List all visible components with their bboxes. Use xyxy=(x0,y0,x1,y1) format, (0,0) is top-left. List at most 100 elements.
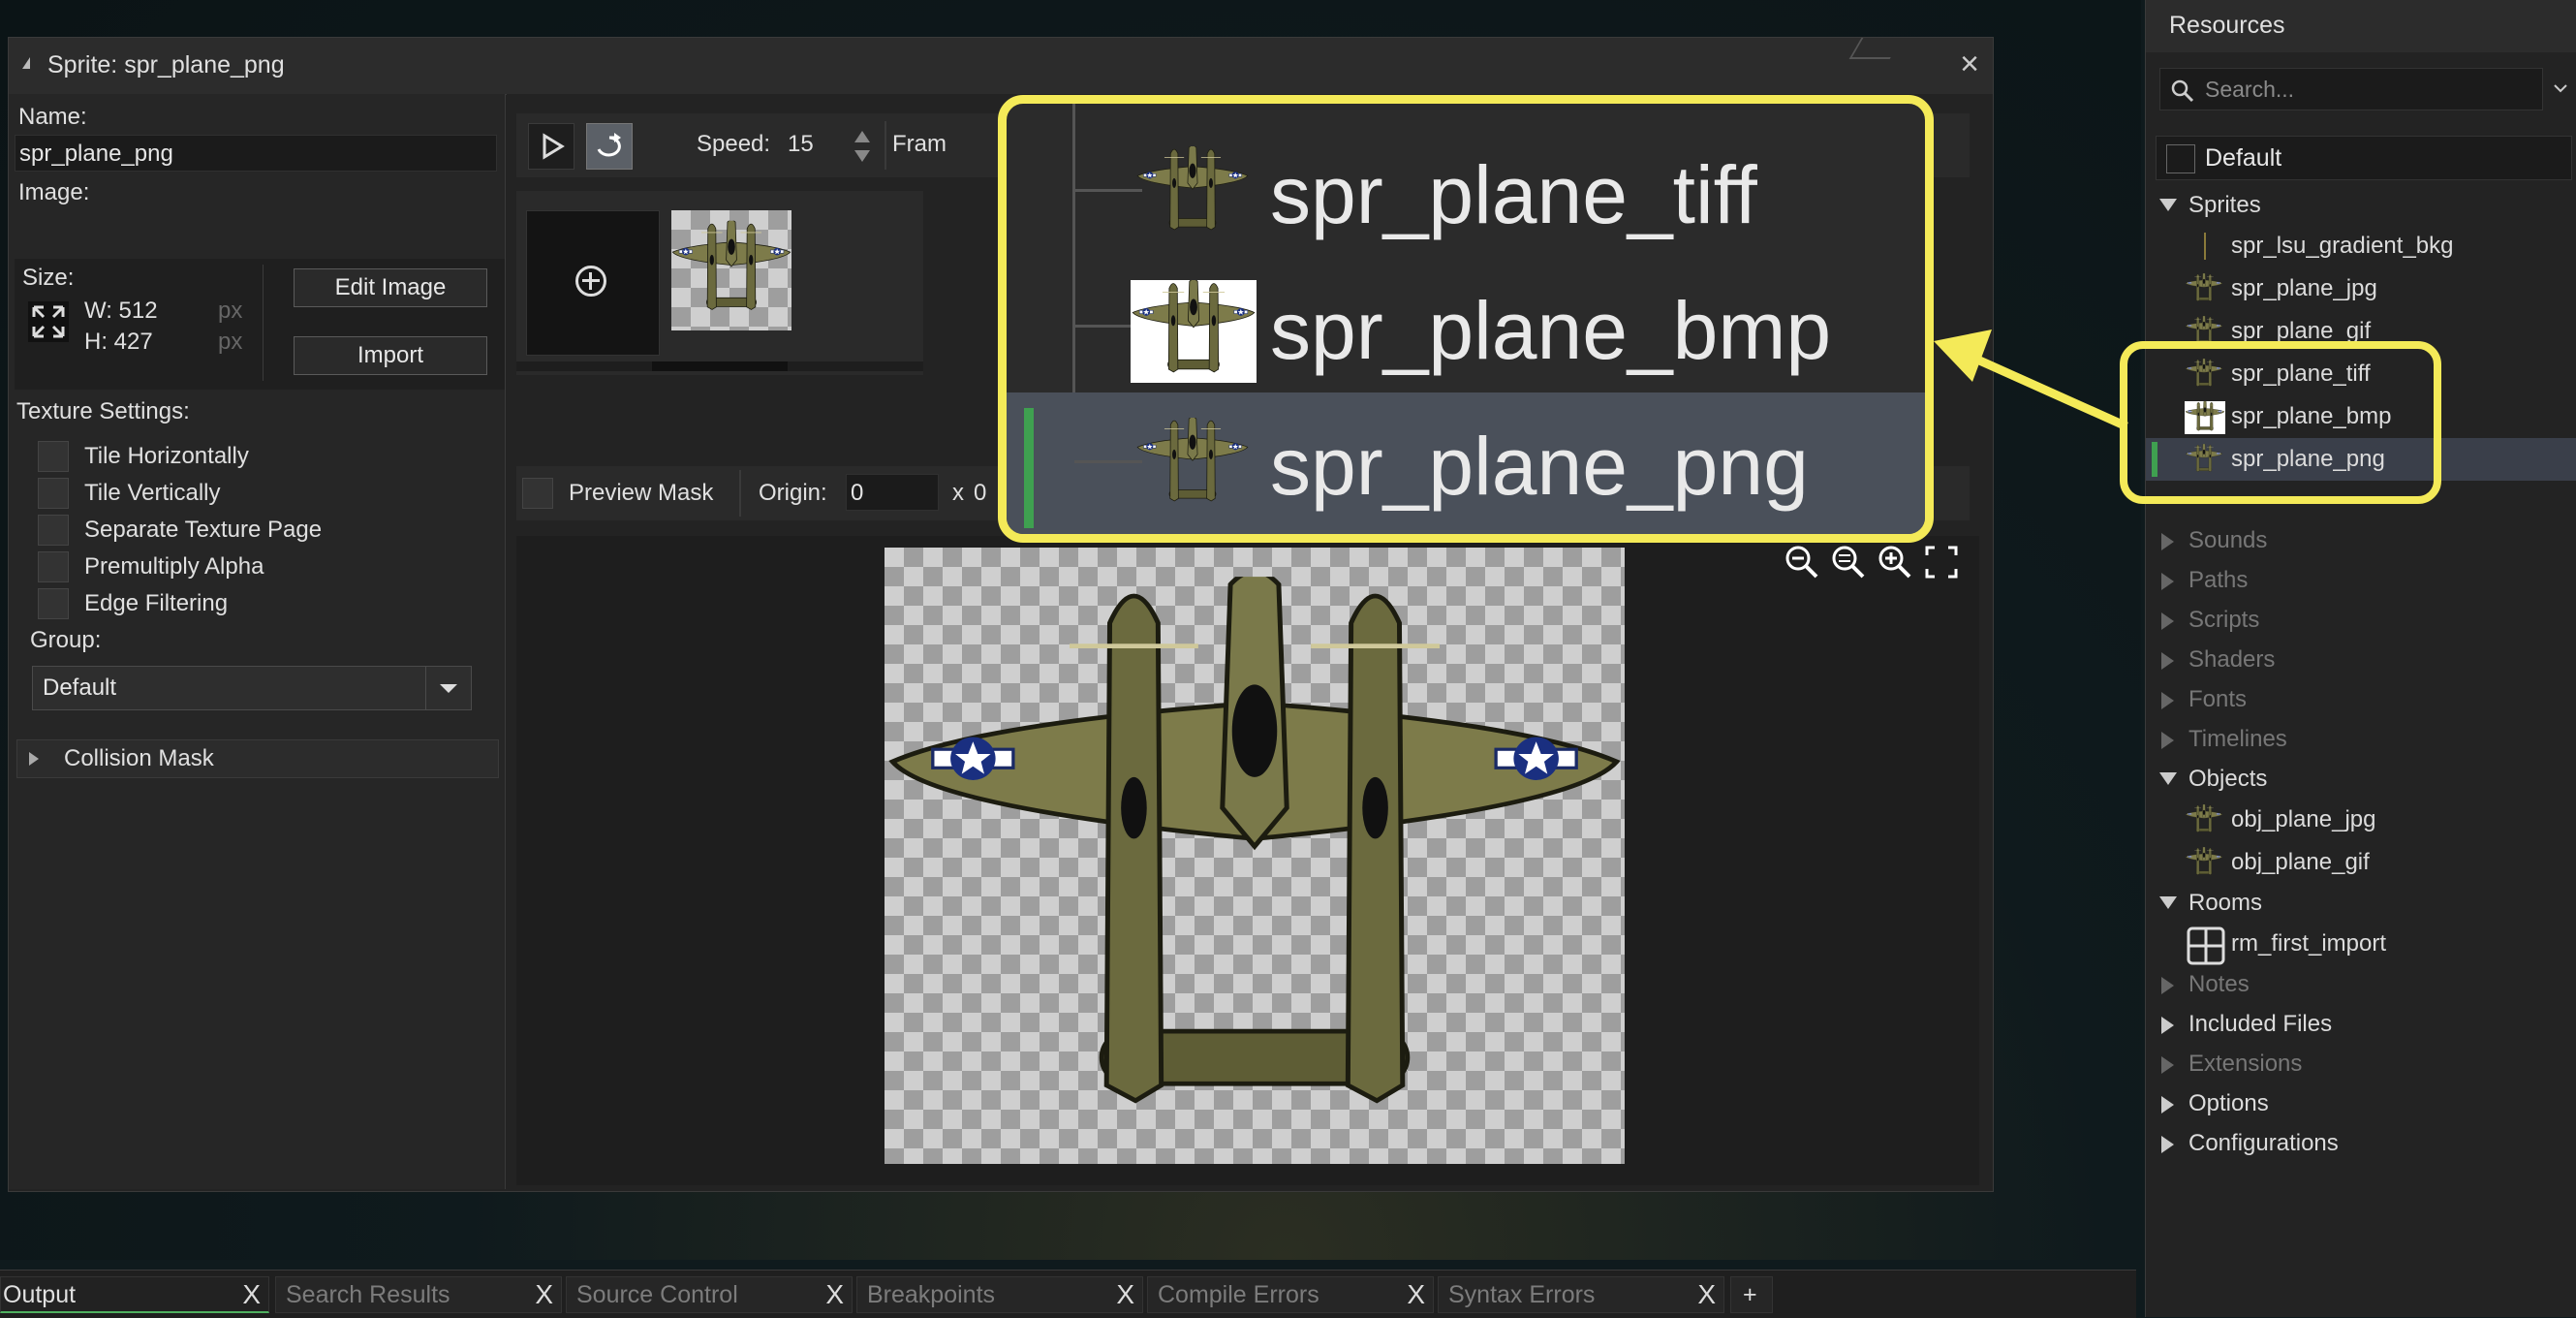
expand-fonts-icon[interactable] xyxy=(2161,692,2174,709)
close-icon[interactable]: × xyxy=(1960,46,1979,83)
option-label: Separate Texture Page xyxy=(84,517,323,543)
tree-group-shaders[interactable]: Shaders xyxy=(2188,646,2275,674)
close-tab-icon[interactable]: X xyxy=(1407,1279,1425,1310)
tab-syntax-errors[interactable]: Syntax Errors X xyxy=(1438,1276,1724,1313)
close-tab-icon[interactable]: X xyxy=(1116,1279,1134,1310)
scrollbar-thumb[interactable] xyxy=(652,361,788,371)
image-label: Image: xyxy=(18,179,90,205)
tree-group-paths[interactable]: Paths xyxy=(2188,567,2248,594)
close-tab-icon[interactable]: X xyxy=(1697,1279,1716,1310)
tree-group-options[interactable]: Options xyxy=(2188,1090,2269,1117)
window-titlebar[interactable]: Sprite: spr_plane_png × xyxy=(9,38,1993,95)
fullscreen-icon[interactable] xyxy=(1923,544,1960,581)
collision-mask-section[interactable]: Collision Mask xyxy=(16,739,499,778)
expand-notes-icon[interactable] xyxy=(2161,977,2174,994)
preview-mask-checkbox[interactable] xyxy=(522,478,553,509)
expand-paths-icon[interactable] xyxy=(2161,573,2174,590)
expand-shaders-icon[interactable] xyxy=(2161,652,2174,670)
highlight-ring xyxy=(2120,341,2441,504)
expand-extensions-icon[interactable] xyxy=(2161,1056,2174,1074)
tree-group-sprites[interactable]: Sprites xyxy=(2188,192,2261,219)
edge-filtering-checkbox[interactable] xyxy=(38,588,69,619)
tree-group-notes[interactable]: Notes xyxy=(2188,971,2250,998)
speed-stepper[interactable] xyxy=(852,127,873,166)
tree-group-scripts[interactable]: Scripts xyxy=(2188,607,2259,634)
origin-y-field[interactable]: 0 xyxy=(974,480,986,507)
texture-settings-label: Texture Settings: xyxy=(16,398,190,424)
tab-search-results[interactable]: Search Results X xyxy=(275,1276,562,1313)
name-field[interactable]: spr_plane_png xyxy=(15,135,497,172)
tree-group-configurations[interactable]: Configurations xyxy=(2188,1130,2339,1157)
zoom-toolbar xyxy=(1776,536,1989,584)
collapse-icon[interactable] xyxy=(22,57,30,69)
tree-group-objects[interactable]: Objects xyxy=(2188,766,2267,793)
loop-button[interactable] xyxy=(586,123,633,170)
tree-group-included-files[interactable]: Included Files xyxy=(2188,1011,2332,1038)
image-canvas[interactable] xyxy=(885,548,1625,1164)
origin-x-field[interactable]: 0 xyxy=(846,474,939,511)
close-tab-icon[interactable]: X xyxy=(825,1279,844,1310)
callout-label: spr_plane_tiff xyxy=(1270,149,1757,240)
callout-row-tiff: spr_plane_tiff xyxy=(1007,121,1925,257)
room-icon xyxy=(2187,926,2225,965)
tile-vertically-checkbox[interactable] xyxy=(38,478,69,509)
tree-item-rm-first-import[interactable]: rm_first_import xyxy=(2231,930,2386,957)
frame-thumbnail[interactable] xyxy=(671,210,791,330)
callout-label: spr_plane_png xyxy=(1270,421,1809,512)
tile-horizontally-checkbox[interactable] xyxy=(38,441,69,472)
resources-search[interactable]: Search... xyxy=(2159,68,2543,110)
expand-sprites-icon[interactable] xyxy=(2159,199,2177,211)
expand-sounds-icon[interactable] xyxy=(2161,533,2174,550)
default-group-icon xyxy=(2166,144,2195,173)
frames-scrollbar[interactable] xyxy=(516,361,923,371)
group-select[interactable]: Default xyxy=(32,666,472,710)
expand-timelines-icon[interactable] xyxy=(2161,732,2174,749)
expand-options-icon[interactable] xyxy=(2161,1096,2174,1114)
close-tab-icon[interactable]: X xyxy=(535,1279,553,1310)
tab-breakpoints[interactable]: Breakpoints X xyxy=(856,1276,1143,1313)
tree-group-sounds[interactable]: Sounds xyxy=(2188,527,2267,554)
tree-group-extensions[interactable]: Extensions xyxy=(2188,1051,2302,1078)
tree-group-fonts[interactable]: Fonts xyxy=(2188,686,2247,713)
tab-label: Breakpoints xyxy=(867,1281,996,1308)
add-tab-button[interactable]: + xyxy=(1730,1276,1773,1313)
play-button[interactable] xyxy=(528,123,574,170)
expand-configurations-icon[interactable] xyxy=(2161,1136,2174,1153)
separate-texture-page-checkbox[interactable] xyxy=(38,515,69,546)
chevron-down-icon[interactable] xyxy=(425,667,471,709)
width-value: W: 512 xyxy=(84,298,158,324)
tab-output[interactable]: Output X xyxy=(0,1276,269,1313)
expand-rooms-icon[interactable] xyxy=(2159,896,2177,909)
callout-label: spr_plane_bmp xyxy=(1270,285,1832,376)
frames-label: Fram xyxy=(892,131,947,157)
edit-image-button[interactable]: Edit Image xyxy=(294,268,487,307)
premultiply-alpha-checkbox[interactable] xyxy=(38,551,69,582)
tree-item-obj-plane-gif[interactable]: obj_plane_gif xyxy=(2231,849,2370,876)
active-indicator xyxy=(1024,408,1034,528)
zoom-out-icon[interactable] xyxy=(1784,544,1820,581)
frames-strip xyxy=(516,191,923,375)
tab-compile-errors[interactable]: Compile Errors X xyxy=(1147,1276,1434,1313)
tree-group-timelines[interactable]: Timelines xyxy=(2188,726,2287,753)
zoomed-callout: spr_plane_tiff spr_plane_bmp spr_plane_p… xyxy=(998,95,1934,543)
expand-included-files-icon[interactable] xyxy=(2161,1017,2174,1034)
tree-item-spr-plane-jpg[interactable]: spr_plane_jpg xyxy=(2231,275,2377,302)
import-button[interactable]: Import xyxy=(294,336,487,375)
image-canvas-area[interactable] xyxy=(516,536,1979,1185)
resize-icon[interactable] xyxy=(28,301,69,342)
plane-image xyxy=(1131,280,1257,383)
speed-value[interactable]: 15 xyxy=(788,131,814,158)
tree-item-obj-plane-jpg[interactable]: obj_plane_jpg xyxy=(2231,806,2375,833)
zoom-in-icon[interactable] xyxy=(1877,544,1913,581)
tree-item-spr-lsu-gradient-bkg[interactable]: spr_lsu_gradient_bkg xyxy=(2231,233,2454,260)
close-tab-icon[interactable]: X xyxy=(242,1279,261,1310)
tree-group-rooms[interactable]: Rooms xyxy=(2188,890,2262,917)
expand-objects-icon[interactable] xyxy=(2159,772,2177,785)
default-group-selector[interactable]: Default xyxy=(2156,136,2572,180)
zoom-reset-icon[interactable] xyxy=(1830,544,1867,581)
expand-icon[interactable] xyxy=(29,752,39,766)
add-frame-button[interactable] xyxy=(526,210,660,356)
search-options-chevron-icon[interactable] xyxy=(2551,81,2570,97)
tab-source-control[interactable]: Source Control X xyxy=(566,1276,853,1313)
expand-scripts-icon[interactable] xyxy=(2161,612,2174,630)
